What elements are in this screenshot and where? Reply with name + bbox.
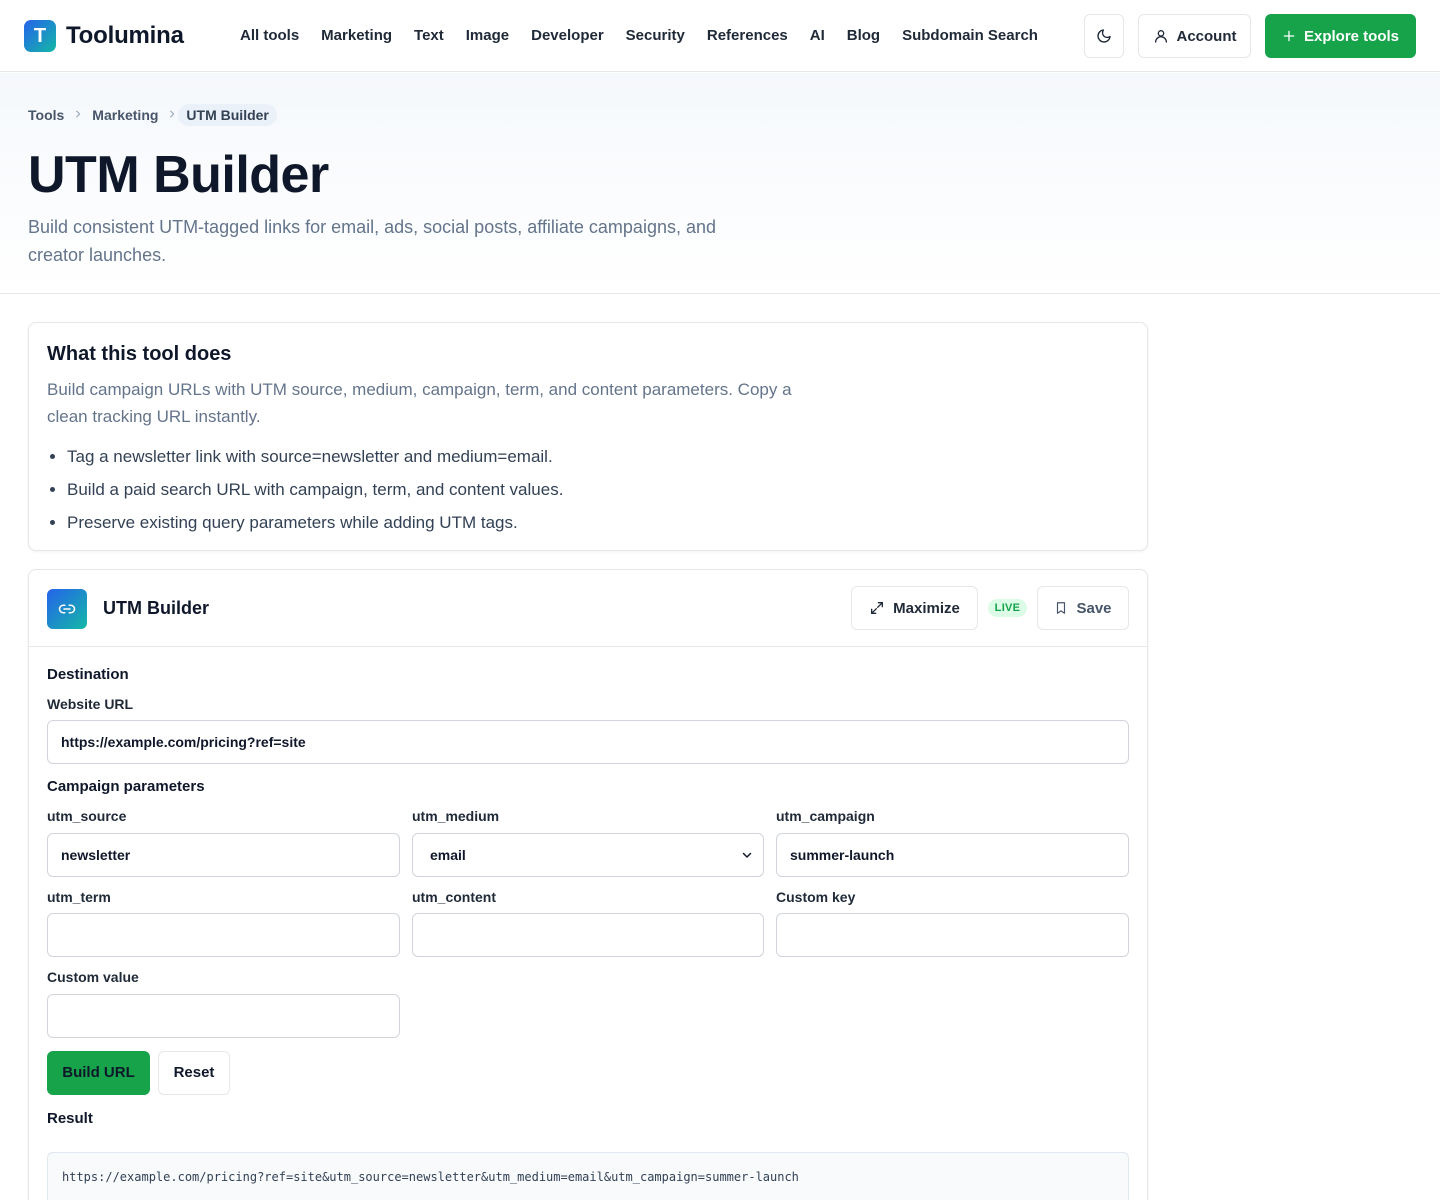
maximize-label: Maximize (893, 599, 960, 617)
breadcrumb: Tools Marketing UTM Builder (28, 104, 277, 126)
utm-medium-label: utm_medium (412, 808, 500, 824)
utm-term-input[interactable] (47, 913, 400, 957)
top-navigation-bar: T Toolumina All tools Marketing Text Ima… (0, 0, 1440, 72)
website-url-label: Website URL (47, 696, 134, 712)
nav-all-tools[interactable]: All tools (240, 24, 299, 48)
reset-button[interactable]: Reset (158, 1051, 230, 1095)
tool-title: UTM Builder (103, 598, 209, 618)
custom-key-label: Custom key (776, 889, 856, 905)
list-item: Tag a newsletter link with source=newsle… (67, 440, 563, 473)
utm-campaign-input[interactable] (776, 833, 1129, 877)
example-list: Tag a newsletter link with source=newsle… (67, 440, 563, 539)
list-item: Build a paid search URL with campaign, t… (67, 473, 563, 506)
explore-tools-button[interactable]: Explore tools (1265, 14, 1416, 58)
explore-tools-label: Explore tools (1303, 27, 1400, 45)
bookmark-icon (1057, 602, 1066, 614)
tool-header: UTM Builder Maximize LIVE Save (29, 570, 1147, 647)
nav-image[interactable]: Image (466, 24, 509, 48)
link-icon (47, 589, 87, 629)
page-subtitle: Build consistent UTM-tagged links for em… (28, 217, 716, 265)
utm-source-input[interactable] (47, 833, 400, 877)
destination-heading: Destination (47, 666, 129, 683)
breadcrumb-current: UTM Builder (178, 104, 277, 126)
list-item: Preserve existing query parameters while… (67, 506, 563, 539)
breadcrumb-tools[interactable]: Tools (28, 107, 64, 123)
nav-marketing[interactable]: Marketing (321, 24, 392, 48)
build-url-button[interactable]: Build URL (47, 1051, 150, 1095)
utm-campaign-label: utm_campaign (776, 808, 875, 824)
result-output[interactable]: https://example.com/pricing?ref=site&utm… (47, 1152, 1129, 1200)
account-button[interactable]: Account (1138, 14, 1251, 58)
nav-security[interactable]: Security (626, 24, 685, 48)
about-description: Build campaign URLs with UTM source, med… (47, 380, 792, 426)
nav-text[interactable]: Text (414, 24, 444, 48)
custom-value-label: Custom value (47, 969, 139, 985)
save-button[interactable]: Save (1037, 586, 1129, 630)
utm-content-input[interactable] (412, 913, 764, 957)
nav-subdomain-search[interactable]: Subdomain Search (902, 24, 1038, 48)
utm-medium-select[interactable]: email (412, 833, 764, 877)
live-status-badge: LIVE (988, 599, 1027, 617)
theme-toggle-button[interactable] (1084, 14, 1124, 58)
brand-name[interactable]: Toolumina (66, 20, 184, 52)
maximize-button[interactable]: Maximize (851, 586, 978, 630)
moon-icon (1097, 29, 1111, 43)
user-icon (1154, 30, 1167, 43)
utm-content-label: utm_content (412, 889, 496, 905)
about-heading: What this tool does (47, 343, 232, 365)
brand-logo-icon[interactable]: T (24, 20, 56, 52)
nav-references[interactable]: References (707, 24, 788, 48)
utm-builder-tool: UTM Builder Maximize LIVE Save Destinati… (28, 569, 1148, 1200)
website-url-input[interactable] (47, 720, 1129, 764)
expand-icon (871, 602, 884, 614)
custom-value-input[interactable] (47, 994, 400, 1038)
nav-blog[interactable]: Blog (847, 24, 880, 48)
result-heading: Result (47, 1110, 93, 1127)
page-hero: Tools Marketing UTM Builder UTM Builder … (0, 73, 1440, 294)
utm-term-label: utm_term (47, 889, 111, 905)
account-label: Account (1176, 27, 1237, 45)
utm-medium-selected: email (430, 847, 466, 863)
campaign-parameters-heading: Campaign parameters (47, 778, 205, 795)
custom-key-input[interactable] (776, 913, 1129, 957)
about-tool-card: What this tool does Build campaign URLs … (28, 322, 1148, 551)
nav-developer[interactable]: Developer (531, 24, 604, 48)
page-title: UTM Builder (28, 146, 329, 204)
save-label: Save (1076, 599, 1112, 617)
plus-icon (1283, 30, 1295, 42)
chevron-right-icon (64, 108, 92, 122)
breadcrumb-marketing[interactable]: Marketing (92, 107, 158, 123)
chevron-down-icon (742, 852, 752, 858)
nav-ai[interactable]: AI (810, 24, 825, 48)
utm-source-label: utm_source (47, 808, 127, 824)
main-nav: All tools Marketing Text Image Developer… (240, 24, 1038, 48)
